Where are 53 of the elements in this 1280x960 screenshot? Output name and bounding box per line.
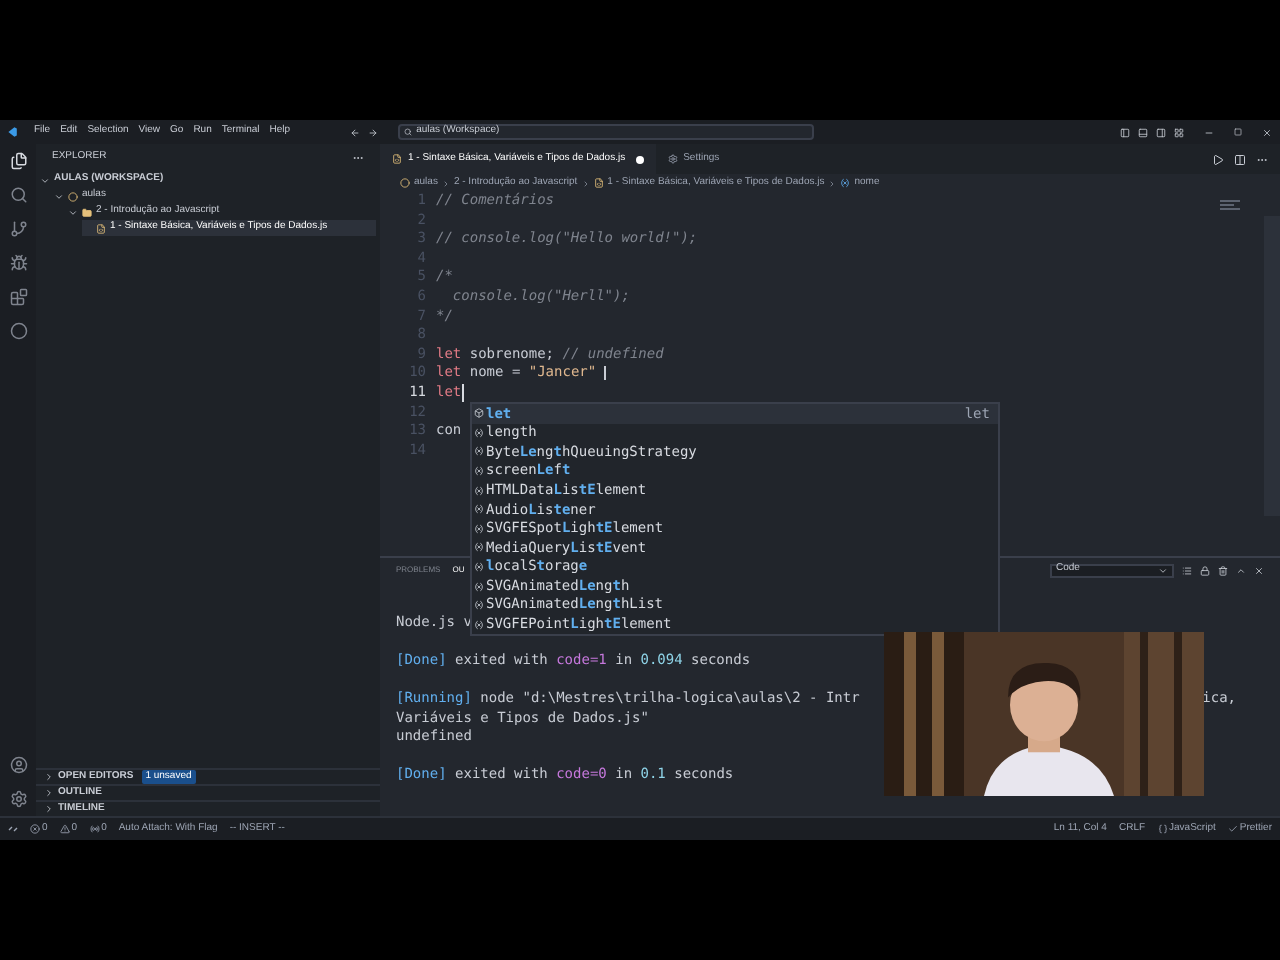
list-icon[interactable] (1182, 565, 1192, 575)
variable-icon (474, 504, 484, 515)
minimize-icon[interactable] (1204, 127, 1214, 137)
back-arrow-icon[interactable] (350, 127, 361, 137)
layout-icon[interactable] (1174, 127, 1184, 137)
workspace-icon (68, 191, 78, 201)
check-icon (1227, 824, 1238, 834)
sidebar-toggle-icon[interactable] (1120, 127, 1130, 137)
variable-icon (474, 581, 484, 592)
ports-icon (89, 824, 100, 834)
settings-icon[interactable] (9, 790, 27, 808)
branch-icon[interactable] (9, 220, 27, 238)
workspace-icon (400, 178, 410, 188)
variable-icon (840, 178, 851, 188)
braces-icon (1157, 824, 1168, 834)
app-logo-icon (6, 126, 18, 138)
js-file-icon (593, 178, 604, 188)
js-file-icon (96, 223, 106, 233)
account-icon[interactable] (9, 756, 27, 774)
js-file-icon (392, 154, 402, 164)
settings-icon (667, 154, 678, 164)
variable-icon (474, 619, 484, 630)
variable-icon (474, 542, 484, 553)
text-cursor (461, 383, 464, 402)
chevron-down-icon (1158, 565, 1168, 575)
forward-arrow-icon[interactable] (368, 127, 379, 137)
variable-icon (474, 523, 484, 534)
run-icon[interactable] (1212, 153, 1224, 165)
secondary-sidebar-icon[interactable] (1156, 127, 1166, 137)
files-icon[interactable] (9, 152, 27, 170)
mouse-cursor-icon (604, 366, 607, 381)
split-editor-icon[interactable] (1234, 153, 1246, 165)
variable-icon (474, 427, 484, 438)
error-icon (30, 824, 40, 834)
bug-icon[interactable] (9, 254, 27, 272)
search-icon[interactable] (9, 186, 27, 204)
keyword-icon (474, 408, 484, 419)
circle-icon[interactable] (9, 322, 27, 340)
folder-icon (82, 207, 92, 217)
warning-icon (59, 824, 70, 834)
variable-icon (474, 485, 484, 496)
variable-icon (474, 466, 484, 477)
panel-toggle-icon[interactable] (1138, 127, 1148, 137)
search-icon (404, 128, 413, 136)
variable-icon (474, 600, 484, 611)
extensions-icon[interactable] (9, 288, 27, 306)
variable-icon (474, 562, 484, 573)
clear-icon[interactable] (1218, 565, 1228, 575)
maximize-panel-icon[interactable] (1236, 565, 1246, 575)
minimap (1220, 200, 1240, 210)
lock-icon[interactable] (1200, 565, 1210, 575)
variable-icon (474, 446, 484, 457)
maximize-icon[interactable] (1234, 128, 1242, 136)
